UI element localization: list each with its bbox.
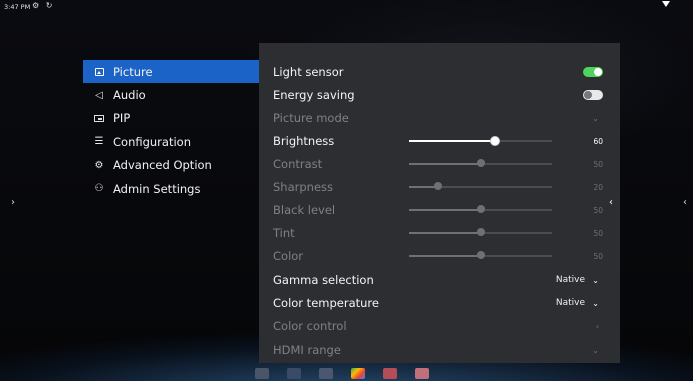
- sidebar-item-configuration[interactable]: ☰ Configuration: [83, 130, 259, 153]
- sidebar-item-label: PIP: [113, 111, 131, 126]
- slider-fill: [409, 140, 495, 142]
- slider-fill: [409, 163, 481, 165]
- admin-user-icon: ⚇: [94, 183, 104, 195]
- sidebar-item-label: Picture: [113, 64, 153, 79]
- light-sensor-row[interactable]: Light sensor: [273, 62, 603, 82]
- color-temperature-label: Color temperature: [273, 296, 379, 310]
- settings-icon[interactable]: [319, 367, 333, 379]
- brightness-label: Brightness: [273, 134, 335, 148]
- slider-handle[interactable]: [476, 159, 485, 167]
- right-edge-arrow-icon[interactable]: ‹: [683, 197, 687, 208]
- sidebar-item-label: Audio: [113, 88, 146, 103]
- status-icons: ⚙ ↻: [32, 1, 55, 10]
- tv-icon[interactable]: [255, 367, 269, 379]
- contrast-label: Contrast: [273, 157, 323, 171]
- picture-mode-label: Picture mode: [273, 111, 349, 125]
- gamma-selection-row[interactable]: Gamma selection Native ⌄: [273, 270, 603, 290]
- energy-saving-row[interactable]: Energy saving: [273, 85, 603, 105]
- sliders-icon: ☰: [94, 136, 104, 148]
- color-slider[interactable]: [409, 251, 552, 259]
- brightness-slider[interactable]: [409, 136, 552, 146]
- black-level-value: 50: [593, 205, 603, 215]
- color-control-label: Color control: [273, 319, 347, 333]
- bottom-dock: [255, 365, 429, 381]
- contrast-row[interactable]: Contrast 50: [273, 154, 603, 174]
- energy-saving-label: Energy saving: [273, 88, 355, 102]
- color-temperature-row[interactable]: Color temperature Native ⌄: [273, 293, 603, 313]
- left-edge-arrow-icon[interactable]: ›: [11, 197, 15, 208]
- sharpness-slider[interactable]: [409, 182, 552, 190]
- energy-saving-toggle[interactable]: [583, 90, 603, 100]
- sharpness-row[interactable]: Sharpness 20: [273, 177, 603, 197]
- tint-row[interactable]: Tint 50: [273, 223, 603, 243]
- settings-sidebar: Picture ◁ Audio PIP ☰ Configuration ⚙ Ad…: [83, 60, 259, 200]
- panel-collapse-arrow-icon[interactable]: ‹: [609, 197, 613, 208]
- picture-settings-panel: Light sensor Energy saving Picture mode …: [259, 43, 620, 363]
- tint-value: 50: [593, 228, 603, 238]
- sharpness-label: Sharpness: [273, 180, 334, 194]
- play-store-icon[interactable]: [351, 367, 365, 379]
- color-row[interactable]: Color 50: [273, 246, 603, 266]
- chevron-down-icon: ⌄: [592, 275, 599, 285]
- folder-icon[interactable]: [287, 367, 301, 379]
- sidebar-item-advanced-option[interactable]: ⚙ Advanced Option: [83, 154, 259, 177]
- light-sensor-toggle[interactable]: [583, 67, 603, 77]
- chevron-down-icon: ⌄: [592, 345, 599, 355]
- brightness-value: 60: [593, 136, 603, 146]
- slider-handle[interactable]: [476, 228, 485, 236]
- tint-slider[interactable]: [409, 228, 552, 236]
- gear-icon: ⚙: [94, 159, 104, 171]
- photo-icon[interactable]: [415, 367, 429, 379]
- black-level-row[interactable]: Black level 50: [273, 200, 603, 220]
- sidebar-item-pip[interactable]: PIP: [83, 107, 259, 130]
- sharpness-value: 20: [593, 182, 603, 192]
- chevron-down-icon: ⌄: [592, 298, 599, 308]
- status-bar: 3:47 PM ⚙ ↻: [0, 0, 693, 16]
- slider-handle[interactable]: [489, 136, 500, 146]
- brightness-row[interactable]: Brightness 60: [273, 131, 603, 151]
- speaker-icon: ◁: [95, 89, 103, 101]
- picture-icon: [93, 66, 105, 78]
- gamma-selection-label: Gamma selection: [273, 273, 374, 287]
- hdmi-range-row[interactable]: HDMI range ⌄: [273, 340, 603, 360]
- chevron-down-icon: ⌄: [592, 113, 599, 123]
- black-level-slider[interactable]: [409, 205, 552, 213]
- sidebar-item-picture[interactable]: Picture: [83, 60, 259, 84]
- chevron-right-icon: ›: [595, 321, 599, 331]
- color-temperature-value: Native: [555, 298, 585, 308]
- sidebar-item-label: Admin Settings: [113, 181, 201, 196]
- gift-icon[interactable]: [383, 367, 397, 379]
- color-control-row[interactable]: Color control ›: [273, 316, 603, 336]
- sidebar-item-label: Advanced Option: [113, 158, 212, 173]
- tint-label: Tint: [273, 226, 295, 240]
- slider-handle[interactable]: [476, 205, 485, 213]
- gamma-selection-value: Native: [555, 275, 585, 285]
- status-time: 3:47 PM: [4, 3, 31, 11]
- hdmi-range-label: HDMI range: [273, 343, 341, 357]
- color-label: Color: [273, 249, 304, 263]
- slider-fill: [409, 255, 481, 257]
- color-value: 50: [593, 251, 603, 261]
- picture-mode-row[interactable]: Picture mode ⌄: [273, 108, 603, 128]
- sidebar-item-admin-settings[interactable]: ⚇ Admin Settings: [83, 177, 259, 200]
- slider-fill: [409, 209, 481, 211]
- wifi-icon: [662, 1, 670, 7]
- slider-handle[interactable]: [476, 251, 485, 259]
- light-sensor-label: Light sensor: [273, 65, 344, 79]
- slider-handle[interactable]: [433, 182, 442, 190]
- pip-icon: [93, 112, 105, 124]
- sidebar-item-label: Configuration: [113, 134, 191, 149]
- sidebar-item-audio[interactable]: ◁ Audio: [83, 83, 259, 106]
- black-level-label: Black level: [273, 203, 336, 217]
- slider-fill: [409, 232, 481, 234]
- contrast-slider[interactable]: [409, 159, 552, 167]
- contrast-value: 50: [593, 159, 603, 169]
